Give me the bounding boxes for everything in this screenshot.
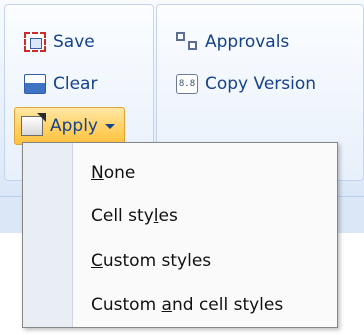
clear-icon xyxy=(24,74,46,94)
save-label: Save xyxy=(53,32,95,52)
copy-version-label: Copy Version xyxy=(205,74,317,94)
apply-dropdown-menu: None Cell styles Custom styles Custom an… xyxy=(22,142,338,328)
save-icon xyxy=(24,32,46,52)
menu-item-custom-styles-mnemonic: C xyxy=(91,251,103,271)
menu-item-custom-and-cell-styles[interactable]: Custom and cell styles xyxy=(91,295,283,315)
apply-icon xyxy=(21,116,43,136)
menu-item-custom-and-cell-styles-text-post: nd cell styles xyxy=(171,295,284,315)
menu-item-cell-styles-text-post: es xyxy=(158,206,178,226)
save-button[interactable]: Save xyxy=(24,25,95,59)
apply-dropdown-button[interactable]: Apply xyxy=(14,107,125,145)
menu-item-none-mnemonic: N xyxy=(91,163,104,183)
menu-item-none-text-post: one xyxy=(103,163,136,183)
clear-button[interactable]: Clear xyxy=(24,67,97,101)
clear-label: Clear xyxy=(53,74,98,94)
menu-item-custom-and-cell-styles-mnemonic: a xyxy=(161,295,172,315)
copy-version-button[interactable]: 8.8 Copy Version xyxy=(176,67,316,101)
menu-item-custom-styles[interactable]: Custom styles xyxy=(91,251,211,271)
approvals-button[interactable]: Approvals xyxy=(176,25,289,59)
menu-icon-gutter xyxy=(23,143,73,327)
apply-label: Apply xyxy=(50,116,98,136)
approvals-icon xyxy=(176,32,198,52)
copy-version-icon: 8.8 xyxy=(176,74,198,94)
approvals-label: Approvals xyxy=(205,32,290,52)
menu-item-none[interactable]: None xyxy=(91,163,135,183)
menu-item-cell-styles[interactable]: Cell styles xyxy=(91,206,178,226)
menu-item-cell-styles-text-pre: Cell sty xyxy=(91,206,154,226)
menu-item-custom-styles-text-post: ustom styles xyxy=(102,251,212,271)
chevron-down-icon xyxy=(105,123,115,129)
menu-item-custom-and-cell-styles-text-pre: Custom xyxy=(91,295,162,315)
